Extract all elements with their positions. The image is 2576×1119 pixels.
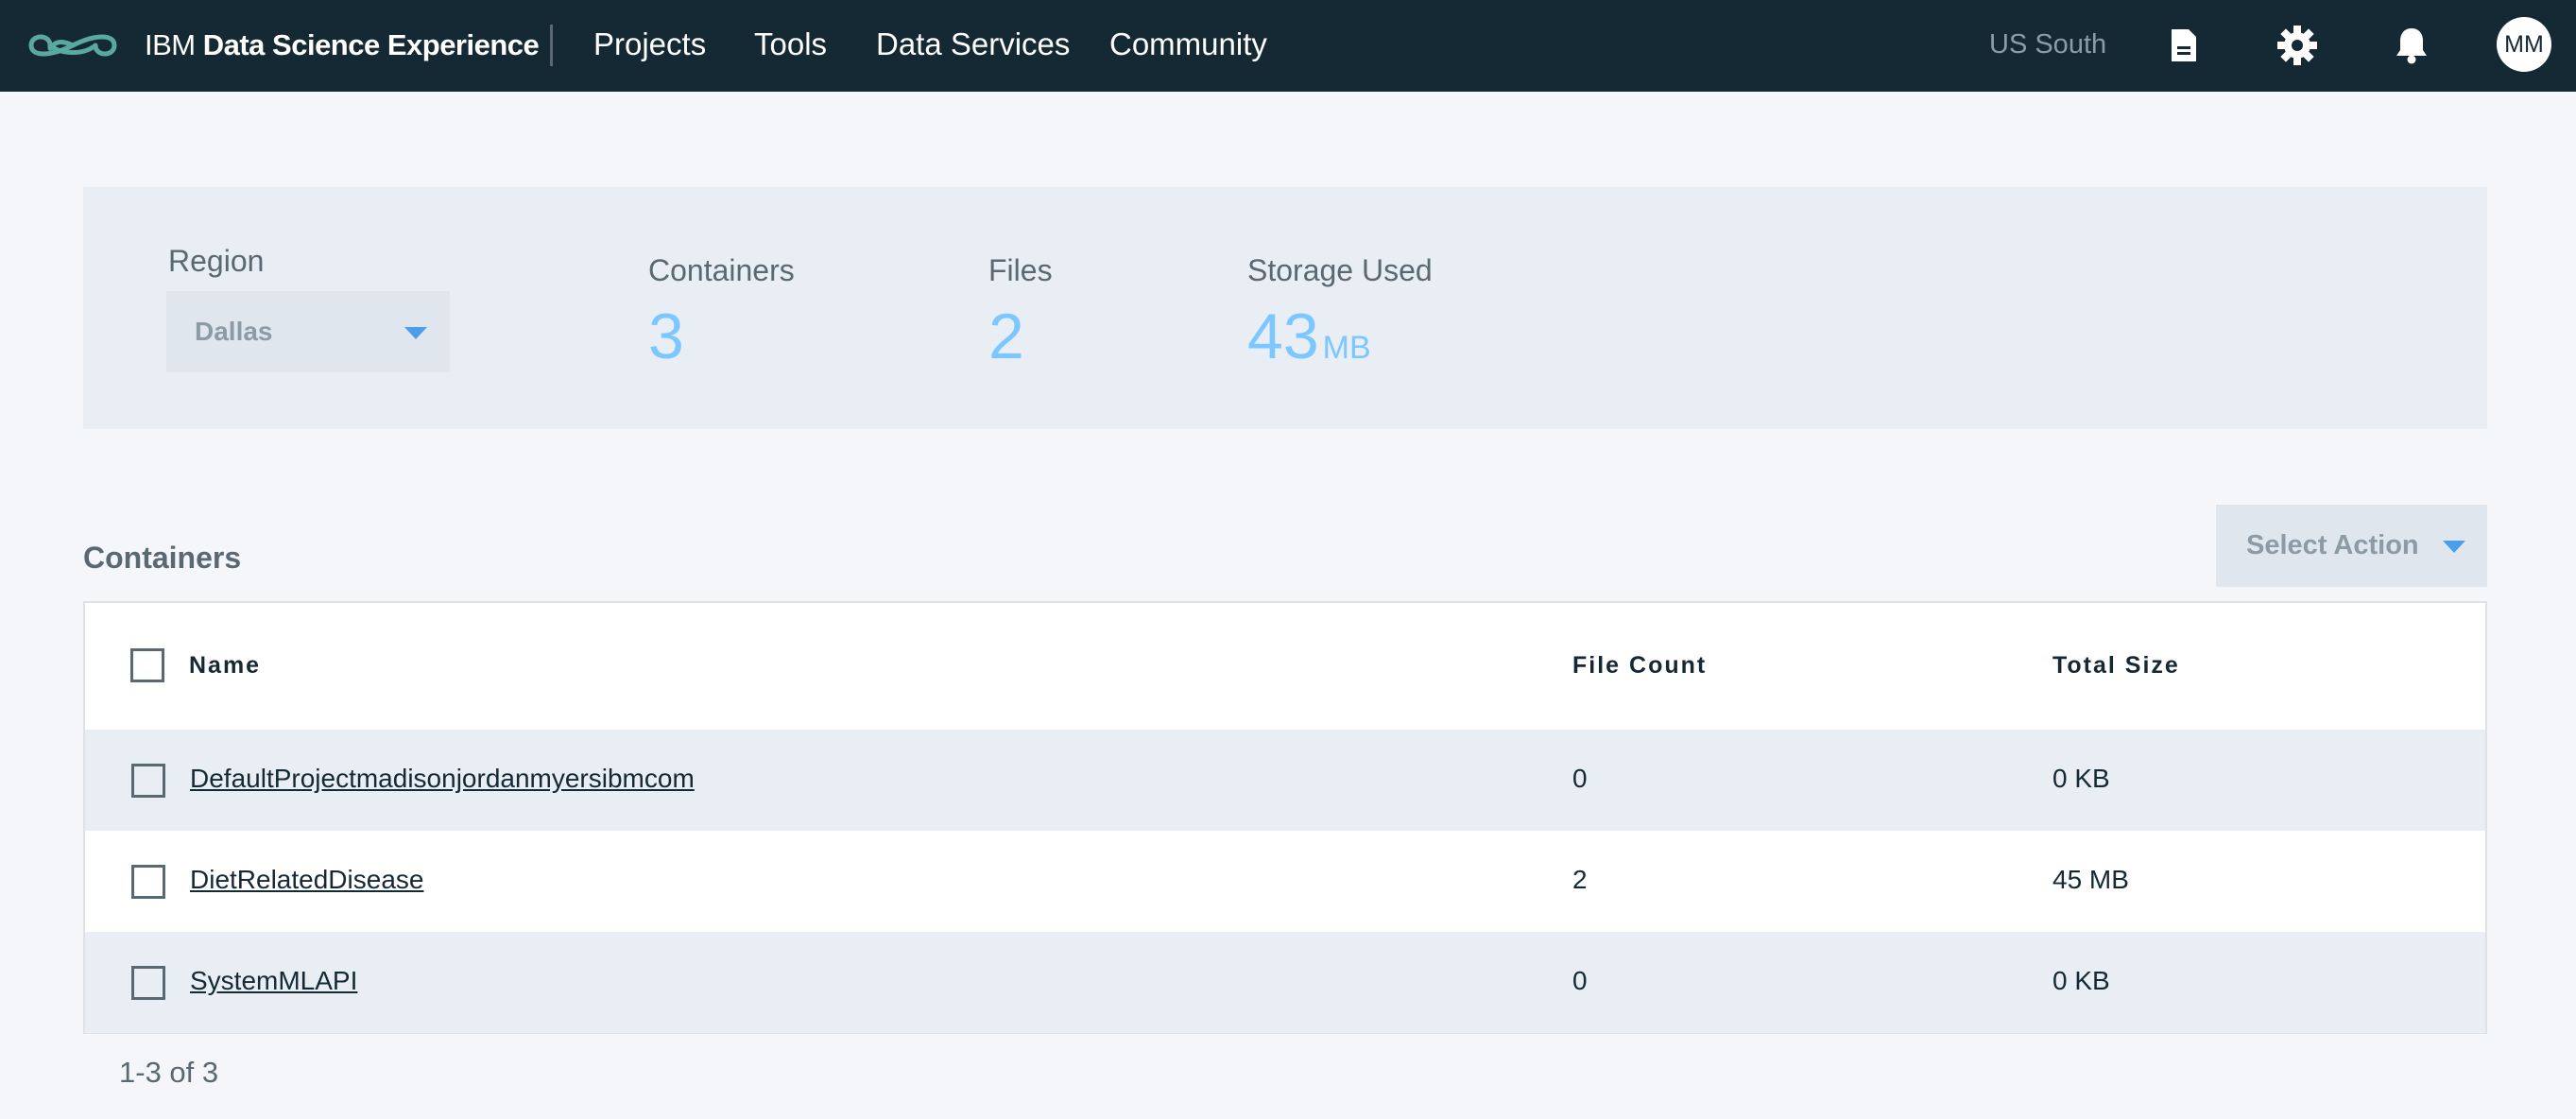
files-stat-value: 2 <box>988 301 1024 372</box>
brand-ibm: IBM <box>145 28 203 61</box>
file-count-cell: 0 <box>1572 764 1588 793</box>
storage-stat-label: Storage Used <box>1247 253 1433 287</box>
container-name-link[interactable]: SystemMLAPI <box>190 966 357 996</box>
table-row: SystemMLAPI 0 0 KB <box>85 932 2485 1033</box>
row-checkbox[interactable] <box>131 865 165 899</box>
select-all-checkbox[interactable] <box>130 648 164 682</box>
container-name-link[interactable]: DietRelatedDisease <box>190 865 423 895</box>
select-action-label: Select Action <box>2246 530 2419 560</box>
top-nav-bar: IBM Data Science Experience Projects Too… <box>0 0 2576 92</box>
file-count-cell: 2 <box>1572 865 1588 894</box>
column-header-name[interactable]: Name <box>189 652 261 680</box>
nav-community[interactable]: Community <box>1109 26 1267 62</box>
pagination-status: 1-3 of 3 <box>119 1056 219 1089</box>
table-row: DietRelatedDisease 2 45 MB <box>85 831 2485 932</box>
containers-section-title: Containers <box>83 541 242 575</box>
storage-stat-value: 43 <box>1247 301 1319 372</box>
brand-divider <box>550 25 553 66</box>
region-dropdown-value: Dallas <box>195 317 273 346</box>
files-stat-label: Files <box>988 253 1053 287</box>
storage-stat: 43 MB <box>1247 304 1371 369</box>
chevron-down-icon <box>404 327 427 339</box>
row-checkbox[interactable] <box>131 764 165 798</box>
user-avatar[interactable]: MM <box>2497 17 2551 72</box>
nav-tools[interactable]: Tools <box>754 26 827 62</box>
document-icon[interactable] <box>2161 23 2207 68</box>
nav-projects[interactable]: Projects <box>593 26 706 62</box>
storage-stat-unit: MB <box>1322 330 1371 366</box>
region-dropdown[interactable]: Dallas <box>166 291 450 372</box>
select-action-dropdown[interactable]: Select Action <box>2216 505 2487 587</box>
nav-data-services[interactable]: Data Services <box>876 26 1070 62</box>
container-name-link[interactable]: DefaultProjectmadisonjordanmyersibmcom <box>190 764 695 794</box>
total-size-cell: 0 KB <box>2052 764 2110 793</box>
containers-stat-label: Containers <box>648 253 795 287</box>
region-indicator[interactable]: US South <box>1989 29 2106 60</box>
column-header-total-size[interactable]: Total Size <box>2052 652 2180 680</box>
gear-icon[interactable] <box>2275 23 2320 68</box>
table-header: Name File Count Total Size <box>85 603 2485 730</box>
bell-icon[interactable] <box>2389 23 2434 68</box>
dsx-logo-icon[interactable] <box>26 25 119 66</box>
total-size-cell: 0 KB <box>2052 966 2110 995</box>
containers-stat-value: 3 <box>648 301 684 372</box>
column-header-file-count[interactable]: File Count <box>1572 652 1707 680</box>
table-row: DefaultProjectmadisonjordanmyersibmcom 0… <box>85 730 2485 831</box>
brand-title[interactable]: IBM Data Science Experience <box>145 28 540 62</box>
file-count-cell: 0 <box>1572 966 1588 995</box>
brand-product-name: Data Science Experience <box>202 28 540 61</box>
total-size-cell: 45 MB <box>2052 865 2129 894</box>
containers-table: Name File Count Total Size DefaultProjec… <box>83 601 2487 1034</box>
storage-summary-panel: Region Dallas Containers 3 Files 2 Stora… <box>83 187 2487 429</box>
row-checkbox[interactable] <box>131 966 165 1000</box>
region-heading: Region <box>168 244 265 278</box>
chevron-down-icon <box>2443 541 2465 553</box>
